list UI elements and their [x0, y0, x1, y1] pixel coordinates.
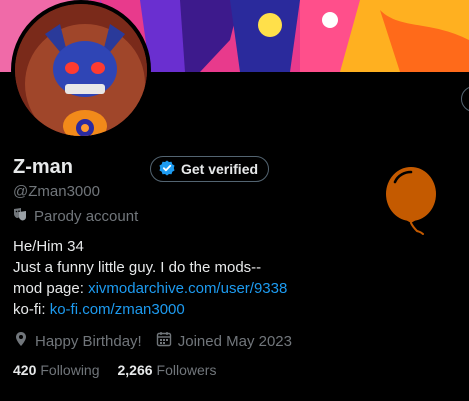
modpage-prefix: mod page: [13, 280, 89, 297]
following-count: 420 [13, 362, 37, 378]
name-row: Z-man [13, 156, 73, 179]
followers-label: Followers [156, 362, 217, 378]
followers-count: 2,266 [117, 362, 153, 378]
modpage-link[interactable]: xivmodarchive.com/user/9338 [88, 280, 287, 297]
handle: @Zman3000 [13, 183, 100, 200]
bio-line-1: He/Him 34 [13, 238, 84, 255]
kofi-prefix: ko-fi: [13, 301, 50, 318]
followers-link[interactable]: 2,266 Followers [118, 362, 217, 378]
verified-badge-icon [159, 160, 175, 179]
parody-label: Parody account [13, 207, 138, 225]
bio: He/Him 34 Just a funny little guy. I do … [13, 236, 287, 320]
parody-text: Parody account [34, 207, 139, 225]
joined-text: Joined May 2023 [177, 332, 292, 350]
following-link[interactable]: 420 Following [13, 362, 100, 378]
birthday-item: Happy Birthday! [13, 331, 142, 351]
birthday-balloon-icon [383, 166, 443, 243]
bio-kofi-line: ko-fi: ko-fi.com/zman3000 [13, 299, 287, 320]
location-pin-icon [13, 331, 29, 351]
profile-meta: Happy Birthday! Joined May 2023 [13, 331, 306, 351]
more-button[interactable] [461, 86, 469, 112]
display-name: Z-man [13, 156, 73, 178]
kofi-link[interactable]: ko-fi.com/zman3000 [50, 301, 185, 318]
following-label: Following [40, 362, 100, 378]
follow-stats: 420 Following 2,266 Followers [13, 362, 216, 378]
theater-masks-icon [13, 207, 27, 225]
calendar-icon [156, 331, 172, 351]
bio-modpage-line: mod page: xivmodarchive.com/user/9338 [13, 278, 287, 299]
avatar[interactable] [11, 0, 151, 140]
joined-item: Joined May 2023 [156, 331, 292, 351]
get-verified-button[interactable]: Get verified [150, 156, 270, 182]
get-verified-label: Get verified [181, 161, 259, 177]
birthday-text: Happy Birthday! [35, 332, 142, 350]
bio-line-2: Just a funny little guy. I do the mods-- [13, 259, 262, 276]
